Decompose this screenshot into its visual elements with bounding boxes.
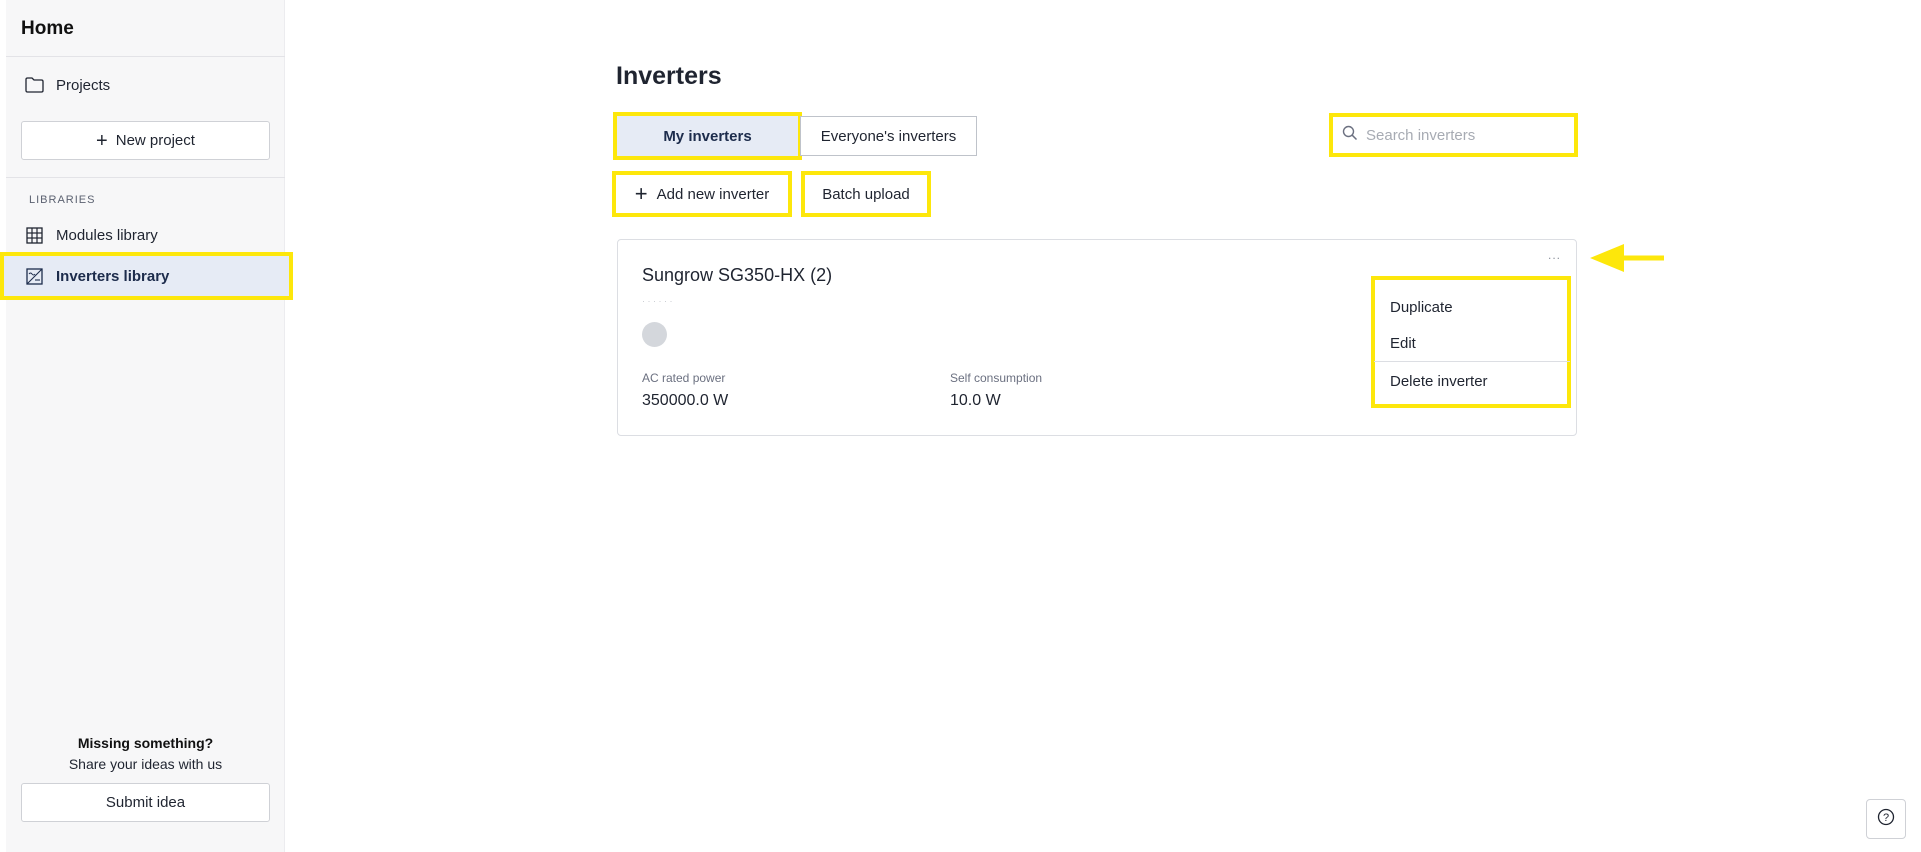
home-title[interactable]: Home (21, 18, 74, 40)
help-button[interactable]: ? (1866, 799, 1906, 839)
sidebar-item-inverters-library[interactable]: Inverters library (0, 252, 293, 300)
search-input[interactable] (1366, 126, 1566, 144)
self-consumption-label: Self consumption (950, 371, 1043, 385)
new-project-button[interactable]: + New project (21, 121, 270, 160)
search-box[interactable] (1329, 113, 1578, 157)
new-project-label: New project (115, 132, 195, 149)
sidebar-divider (6, 177, 285, 178)
context-menu: Duplicate Edit Delete inverter (1371, 276, 1571, 408)
menu-item-duplicate[interactable]: Duplicate (1374, 289, 1570, 325)
tab-my-inverters[interactable]: My inverters (613, 112, 802, 160)
more-options-button[interactable]: ... (1548, 248, 1561, 262)
inverter-icon (24, 266, 44, 286)
sidebar-item-label: Projects (56, 76, 111, 94)
sidebar: Home Projects + New project LIBRARIES Mo… (0, 0, 293, 852)
ac-rated-power-value: 350000.0 W (642, 392, 729, 409)
submit-idea-button[interactable]: Submit idea (21, 783, 270, 822)
grid-icon (24, 225, 44, 245)
menu-item-delete-inverter[interactable]: Delete inverter (1374, 363, 1570, 399)
sidebar-item-label: Modules library (56, 226, 158, 244)
sidebar-item-label: Inverters library (56, 267, 170, 285)
menu-divider (1374, 361, 1570, 362)
faint-text: · · · · · · (642, 296, 673, 306)
sidebar-item-projects[interactable]: Projects (6, 66, 285, 104)
menu-item-edit[interactable]: Edit (1374, 325, 1570, 361)
feedback-title: Missing something? (77, 735, 214, 751)
arrow-left-icon (1590, 244, 1664, 272)
sidebar-divider (6, 56, 285, 57)
batch-upload-button[interactable]: Batch upload (801, 171, 931, 217)
plus-icon: + (634, 181, 648, 206)
page-title: Inverters (616, 62, 722, 90)
self-consumption-value: 10.0 W (950, 392, 1001, 409)
feedback-subtitle: Share your ideas with us (68, 756, 223, 772)
folder-icon (24, 75, 44, 95)
ac-rated-power-label: AC rated power (642, 371, 726, 385)
help-icon-glyph: ? (1883, 812, 1889, 824)
tab-everyones-inverters[interactable]: Everyone's inverters (800, 116, 977, 156)
add-new-inverter-button[interactable]: + Add new inverter (612, 171, 792, 217)
search-icon (1342, 125, 1358, 146)
help-icon: ? (1877, 808, 1895, 831)
libraries-heading: LIBRARIES (29, 194, 96, 206)
add-new-inverter-label: Add new inverter (656, 185, 770, 203)
sidebar-item-modules-library[interactable]: Modules library (6, 216, 285, 254)
avatar (642, 322, 667, 347)
plus-icon: + (96, 129, 108, 152)
inverter-name: Sungrow SG350-HX (2) (642, 265, 833, 285)
